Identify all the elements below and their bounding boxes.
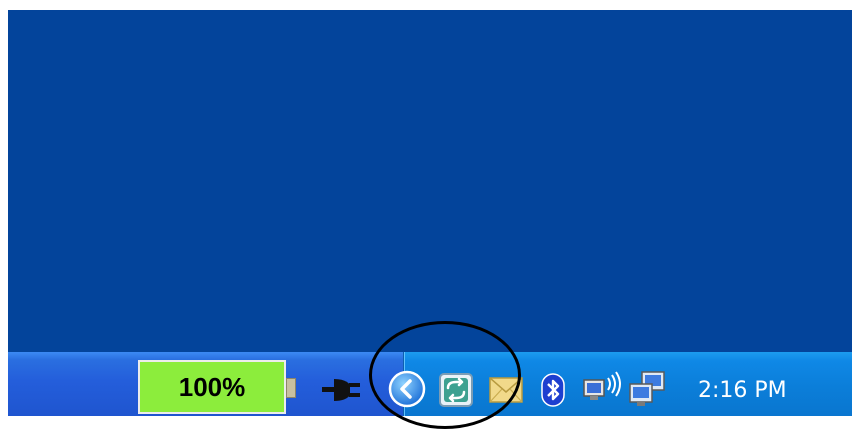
mail-icon[interactable] — [488, 376, 524, 404]
battery-meter[interactable]: 100% — [138, 360, 286, 414]
power-plug-icon[interactable] — [320, 375, 366, 403]
battery-percent-label: 100% — [178, 371, 246, 402]
bluetooth-icon[interactable] — [540, 372, 566, 408]
taskbar-clock[interactable]: 2:16 PM — [698, 378, 787, 403]
chevron-left-icon[interactable] — [388, 370, 426, 408]
wireless-network-icon[interactable] — [582, 370, 626, 406]
sync-icon[interactable] — [438, 372, 474, 408]
network-icon[interactable] — [628, 370, 668, 408]
desktop-background — [8, 10, 852, 352]
battery-terminal — [286, 378, 296, 398]
